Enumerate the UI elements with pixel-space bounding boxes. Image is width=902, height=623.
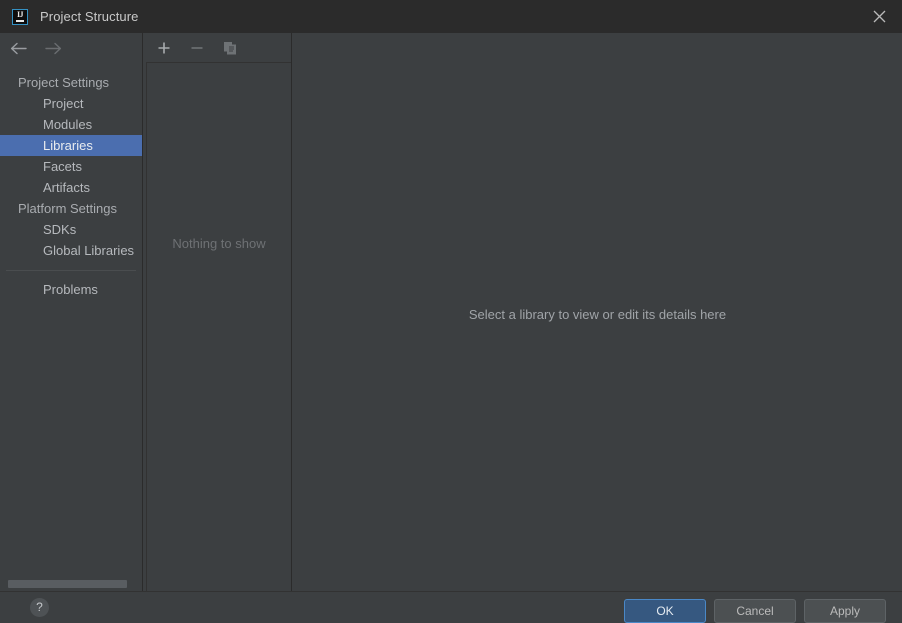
sidebar-nav-toolbar <box>0 33 142 64</box>
dialog-button-bar: ? OK Cancel Apply <box>0 591 902 623</box>
empty-list-message: Nothing to show <box>172 236 266 251</box>
sidebar-nav-list: Project Settings Project Modules Librari… <box>0 64 142 300</box>
sidebar-item-global-libraries[interactable]: Global Libraries <box>0 240 142 261</box>
sidebar-horizontal-scrollbar[interactable] <box>0 578 142 590</box>
window-title: Project Structure <box>40 9 139 24</box>
cancel-button[interactable]: Cancel <box>714 599 796 623</box>
sidebar-item-project[interactable]: Project <box>0 93 142 114</box>
libraries-list-body[interactable]: Nothing to show <box>146 63 291 592</box>
sidebar-item-artifacts[interactable]: Artifacts <box>0 177 142 198</box>
sidebar-group-platform-settings: Platform Settings <box>18 201 117 216</box>
libraries-toolbar <box>146 33 291 63</box>
sidebar-divider <box>6 270 136 271</box>
arrow-right-icon[interactable] <box>45 42 62 55</box>
intellij-idea-icon: IJ <box>12 8 28 25</box>
help-icon[interactable]: ? <box>30 598 49 617</box>
window-titlebar: IJ Project Structure <box>0 0 902 33</box>
scrollbar-thumb[interactable] <box>8 580 127 588</box>
sidebar-item-modules[interactable]: Modules <box>0 114 142 135</box>
plus-icon[interactable] <box>154 38 174 58</box>
minus-icon[interactable] <box>187 38 207 58</box>
ok-button[interactable]: OK <box>624 599 706 623</box>
copy-icon[interactable] <box>220 38 240 58</box>
libraries-list-panel: Nothing to show <box>146 33 292 592</box>
library-detail-panel: Select a library to view or edit its det… <box>293 33 902 592</box>
sidebar-item-libraries[interactable]: Libraries <box>0 135 142 156</box>
sidebar-item-problems[interactable]: Problems <box>0 279 142 300</box>
detail-hint-message: Select a library to view or edit its det… <box>468 307 727 322</box>
sidebar-item-facets[interactable]: Facets <box>0 156 142 177</box>
settings-sidebar: Project Settings Project Modules Librari… <box>0 33 143 592</box>
project-structure-dialog: IJ Project Structure Project Settings Pr… <box>0 0 902 623</box>
arrow-left-icon[interactable] <box>10 42 27 55</box>
sidebar-item-sdks[interactable]: SDKs <box>0 219 142 240</box>
close-icon[interactable] <box>856 0 902 33</box>
sidebar-group-project-settings: Project Settings <box>18 75 110 90</box>
apply-button[interactable]: Apply <box>804 599 886 623</box>
